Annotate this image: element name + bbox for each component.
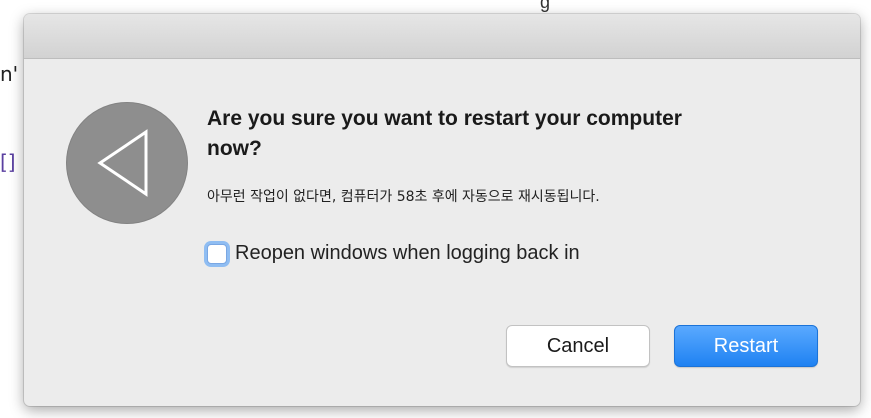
background-top-text: g (540, 0, 551, 12)
restart-dialog: Are you sure you want to restart your co… (24, 14, 860, 406)
dialog-message: 아무런 작업이 없다면, 컴퓨터가 58초 후에 자동으로 재시동됩니다. (207, 189, 600, 205)
back-arrow-icon-graphic (97, 129, 148, 197)
background-text-fragment: n' (0, 62, 19, 86)
dialog-titlebar[interactable] (24, 14, 860, 59)
back-arrow-icon (66, 102, 188, 224)
reopen-windows-option[interactable]: Reopen windows when logging back in (207, 242, 580, 265)
reopen-windows-checkbox[interactable] (207, 243, 227, 264)
reopen-windows-label[interactable]: Reopen windows when logging back in (235, 242, 580, 265)
restart-button[interactable]: Restart (674, 325, 818, 367)
cancel-button[interactable]: Cancel (506, 325, 650, 367)
dialog-title: Are you sure you want to restart your co… (207, 107, 682, 160)
background-link-fragment[interactable]: [] (0, 150, 16, 174)
